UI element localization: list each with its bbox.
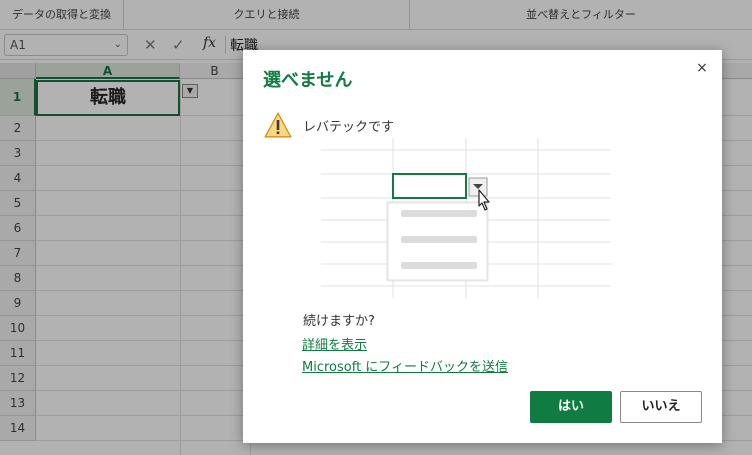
continue-question: 続けますか?: [303, 314, 375, 329]
dialog-title: 選べません: [263, 70, 353, 91]
dialog-message: レバテックです: [303, 120, 395, 135]
feedback-link[interactable]: Microsoft にフィードバックを送信: [302, 356, 508, 375]
show-details-link[interactable]: 詳細を表示: [302, 334, 367, 353]
warning-dialog: 選べません × レバテックです 続けますか? 詳細を表示 Microsoft に…: [243, 50, 722, 443]
yes-button[interactable]: はい: [530, 391, 612, 423]
warning-icon: [264, 111, 292, 138]
close-icon[interactable]: ×: [692, 58, 712, 78]
no-button[interactable]: いいえ: [620, 391, 702, 423]
dropdown-illustration: [321, 138, 611, 298]
